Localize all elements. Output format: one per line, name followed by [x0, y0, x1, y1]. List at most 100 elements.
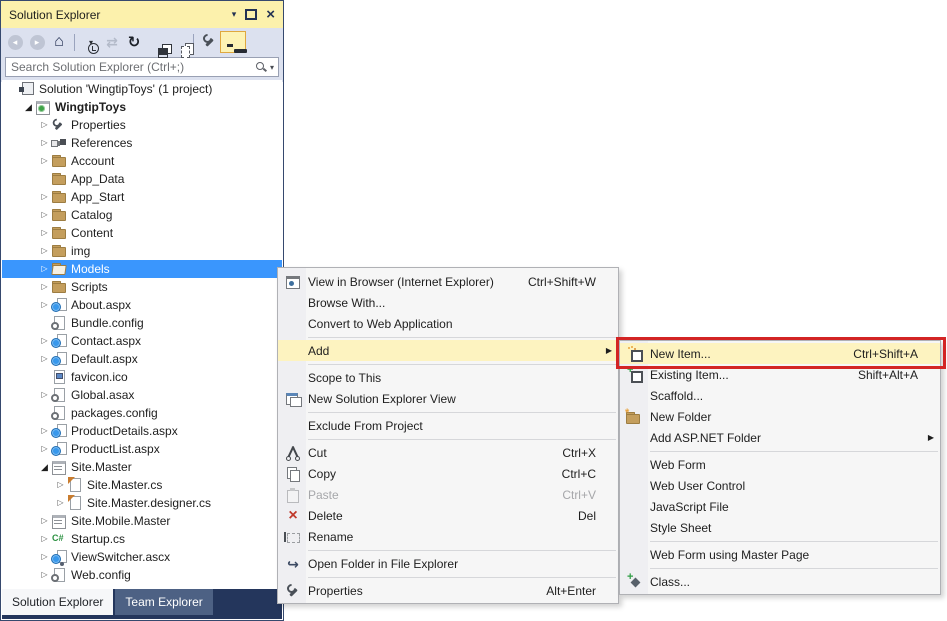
preview-selected-items-button[interactable]	[220, 31, 246, 53]
menu-item-properties[interactable]: Properties Alt+Enter	[278, 580, 618, 601]
menu-item-new-folder[interactable]: * New Folder	[620, 406, 940, 427]
tree-item-references[interactable]: ▷ References	[2, 134, 282, 152]
menu-item-delete[interactable]: × Delete Del	[278, 505, 618, 526]
tree-item-models[interactable]: ▷ Models	[2, 260, 282, 278]
tree-item-site-master-designer-cs[interactable]: ▷ Site.Master.designer.cs	[2, 494, 282, 512]
tree-item-startup-cs[interactable]: ▷ Startup.cs	[2, 530, 282, 548]
tree-item-img[interactable]: ▷ img	[2, 242, 282, 260]
tree-item-account[interactable]: ▷ Account	[2, 152, 282, 170]
menu-item-convert-to-web-application[interactable]: Convert to Web Application	[278, 313, 618, 334]
expander-collapsed-icon[interactable]: ▷	[38, 386, 51, 404]
tree-item-app-start[interactable]: ▷ App_Start	[2, 188, 282, 206]
tree-item-scripts[interactable]: ▷ Scripts	[2, 278, 282, 296]
menu-item-new-solution-explorer-view[interactable]: New Solution Explorer View	[278, 388, 618, 409]
expander-collapsed-icon[interactable]: ▷	[38, 188, 51, 206]
chevron-down-icon[interactable]: ▾	[232, 9, 237, 20]
expander-collapsed-icon[interactable]: ▷	[38, 512, 51, 530]
window-titlebar[interactable]: Solution Explorer ▾ ×	[1, 1, 283, 28]
tree-item-about-aspx[interactable]: ▷ About.aspx	[2, 296, 282, 314]
collapse-all-button[interactable]	[145, 31, 167, 53]
menu-item-web-form-using-master-page[interactable]: Web Form using Master Page	[620, 544, 940, 565]
menu-item-view-in-browser-internet-explorer[interactable]: View in Browser (Internet Explorer) Ctrl+…	[278, 271, 618, 292]
expander-collapsed-icon[interactable]: ▷	[38, 296, 51, 314]
home-button[interactable]: ⌂	[48, 31, 70, 53]
expander-collapsed-icon[interactable]: ▷	[54, 476, 67, 494]
expander-collapsed-icon[interactable]: ▷	[38, 332, 51, 350]
expander-collapsed-icon[interactable]: ▷	[38, 548, 51, 566]
toolbar-separator	[74, 33, 75, 51]
menu-item-new-item[interactable]: New Item... Ctrl+Shift+A	[620, 343, 940, 364]
expander-collapsed-icon[interactable]: ▷	[38, 260, 51, 278]
search-icon[interactable]	[255, 61, 267, 73]
tree-item-content[interactable]: ▷ Content	[2, 224, 282, 242]
menu-item-label: JavaScript File	[650, 499, 729, 514]
menu-item-class[interactable]: Class...	[620, 571, 940, 592]
tree-item-contact-aspx[interactable]: ▷ Contact.aspx	[2, 332, 282, 350]
menu-item-browse-with[interactable]: Browse With...	[278, 292, 618, 313]
properties-button[interactable]	[198, 31, 220, 53]
menu-item-javascript-file[interactable]: JavaScript File	[620, 496, 940, 517]
tree-item-productlist-aspx[interactable]: ▷ ProductList.aspx	[2, 440, 282, 458]
menu-item-rename[interactable]: Rename	[278, 526, 618, 547]
forward-button[interactable]: ▸	[26, 31, 48, 53]
menu-item-existing-item[interactable]: Existing Item... Shift+Alt+A	[620, 364, 940, 385]
expander-collapsed-icon[interactable]: ▷	[38, 530, 51, 548]
menu-item-label: Convert to Web Application	[308, 316, 453, 331]
show-all-files-button[interactable]	[167, 31, 189, 53]
expander-collapsed-icon[interactable]: ▷	[38, 566, 51, 584]
tree-item-productdetails-aspx[interactable]: ▷ ProductDetails.aspx	[2, 422, 282, 440]
expander-collapsed-icon[interactable]: ▷	[38, 350, 51, 368]
expander-expanded-icon[interactable]: ◢	[22, 98, 35, 116]
expander-collapsed-icon[interactable]: ▷	[38, 152, 51, 170]
tree-item-global-asax[interactable]: ▷ Global.asax	[2, 386, 282, 404]
menu-item-scope-to-this[interactable]: Scope to This	[278, 367, 618, 388]
expander-expanded-icon[interactable]: ◢	[38, 458, 51, 476]
menu-item-style-sheet[interactable]: Style Sheet	[620, 517, 940, 538]
tree-item-site-mobile-master[interactable]: ▷ Site.Mobile.Master	[2, 512, 282, 530]
expander-collapsed-icon[interactable]: ▷	[38, 440, 51, 458]
expander-collapsed-icon[interactable]: ▷	[38, 134, 51, 152]
menu-item-open-folder-in-file-explorer[interactable]: ↪ Open Folder in File Explorer	[278, 553, 618, 574]
toolbar: ◂ ▸ ⌂ ▾ ⇄ ↻	[1, 28, 283, 56]
close-icon[interactable]: ×	[266, 7, 275, 22]
tree-item-bundle-config[interactable]: Bundle.config	[2, 314, 282, 332]
tree-item-catalog[interactable]: ▷ Catalog	[2, 206, 282, 224]
tree-item-site-master[interactable]: ◢ Site.Master	[2, 458, 282, 476]
tree-item-default-aspx[interactable]: ▷ Default.aspx	[2, 350, 282, 368]
sync-with-active-document-button[interactable]: ⇄	[101, 31, 123, 53]
maximize-icon[interactable]	[245, 9, 258, 20]
menu-item-copy[interactable]: Copy Ctrl+C	[278, 463, 618, 484]
expander-collapsed-icon[interactable]: ▷	[38, 206, 51, 224]
tree-item-solution-wingtiptoys-1-project[interactable]: Solution 'WingtipToys' (1 project)	[2, 80, 282, 98]
tab-team-explorer[interactable]: Team Explorer	[115, 589, 213, 615]
refresh-button[interactable]: ↻	[123, 31, 145, 53]
menu-item-exclude-from-project[interactable]: Exclude From Project	[278, 415, 618, 436]
tree-item-packages-config[interactable]: packages.config	[2, 404, 282, 422]
tree-item-favicon-ico[interactable]: favicon.ico	[2, 368, 282, 386]
menu-item-cut[interactable]: Cut Ctrl+X	[278, 442, 618, 463]
menu-item-scaffold[interactable]: Scaffold...	[620, 385, 940, 406]
chevron-down-icon[interactable]: ▾	[270, 63, 274, 72]
pending-changes-filter-button[interactable]: ▾	[79, 31, 101, 53]
expander-collapsed-icon[interactable]: ▷	[38, 224, 51, 242]
tree-item-app-data[interactable]: App_Data	[2, 170, 282, 188]
expander-collapsed-icon[interactable]: ▷	[54, 494, 67, 512]
menu-item-add-asp-net-folder[interactable]: Add ASP.NET Folder ▶	[620, 427, 940, 448]
tree-item-properties[interactable]: ▷ Properties	[2, 116, 282, 134]
tab-solution-explorer[interactable]: Solution Explorer	[2, 589, 114, 615]
expander-collapsed-icon[interactable]: ▷	[38, 278, 51, 296]
search-input[interactable]	[6, 60, 255, 74]
tree-item-label: Contact.aspx	[71, 334, 142, 348]
back-button[interactable]: ◂	[4, 31, 26, 53]
menu-item-web-user-control[interactable]: Web User Control	[620, 475, 940, 496]
tree-item-web-config[interactable]: ▷ Web.config	[2, 566, 282, 584]
tree-item-wingtiptoys[interactable]: ◢ WingtipToys	[2, 98, 282, 116]
expander-collapsed-icon[interactable]: ▷	[38, 422, 51, 440]
expander-collapsed-icon[interactable]: ▷	[38, 242, 51, 260]
menu-item-paste[interactable]: Paste Ctrl+V	[278, 484, 618, 505]
menu-item-web-form[interactable]: Web Form	[620, 454, 940, 475]
tree-item-viewswitcher-ascx[interactable]: ▷ ViewSwitcher.ascx	[2, 548, 282, 566]
tree-item-site-master-cs[interactable]: ▷ Site.Master.cs	[2, 476, 282, 494]
expander-collapsed-icon[interactable]: ▷	[38, 116, 51, 134]
menu-item-add[interactable]: Add ▶	[278, 340, 618, 361]
